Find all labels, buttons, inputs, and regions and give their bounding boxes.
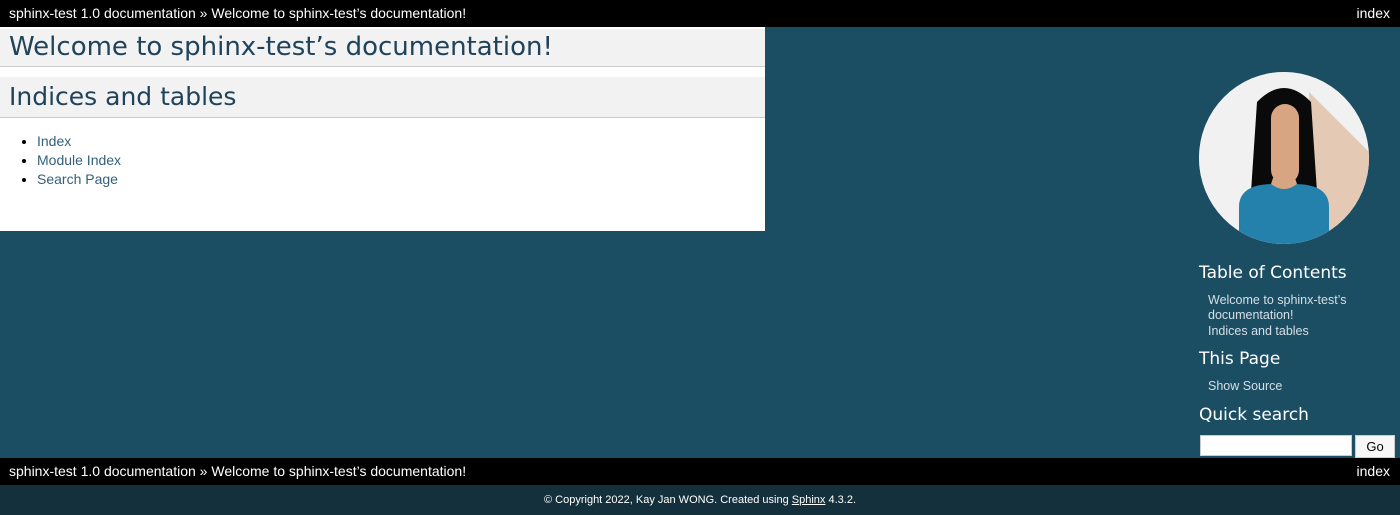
genindex-link[interactable]: Index: [37, 133, 71, 149]
breadcrumb-project-link[interactable]: sphinx-test 1.0 documentation: [9, 5, 196, 21]
this-page-heading: This Page: [1199, 349, 1281, 369]
index-link-list: Index Module Index Search Page: [0, 132, 121, 189]
breadcrumb-separator: »: [195, 5, 212, 21]
toc-heading: Table of Contents: [1199, 263, 1347, 283]
footer: © Copyright 2022, Kay Jan WONG. Created …: [0, 485, 1400, 515]
search-go-button[interactable]: Go: [1355, 435, 1395, 458]
breadcrumb-current-link[interactable]: Welcome to sphinx-test’s documentation!: [211, 5, 466, 21]
avatar-illustration: [1199, 72, 1369, 244]
quick-search-heading: Quick search: [1199, 405, 1309, 425]
breadcrumb-separator: »: [195, 463, 212, 479]
module-index-link[interactable]: Module Index: [37, 152, 121, 168]
toc-item-welcome[interactable]: Welcome to sphinx-test’s documentation!: [1208, 293, 1358, 323]
show-source-link[interactable]: Show Source: [1208, 379, 1358, 394]
list-item: Module Index: [37, 151, 121, 170]
search-input[interactable]: [1200, 435, 1352, 456]
list-item: Search Page: [37, 170, 121, 189]
author-avatar: [1199, 72, 1369, 244]
index-link[interactable]: index: [1357, 5, 1390, 21]
breadcrumb-current-link[interactable]: Welcome to sphinx-test’s documentation!: [211, 463, 466, 479]
page-title-text: Welcome to sphinx-test’s documentation!: [9, 32, 553, 62]
toc-item-indices[interactable]: Indices and tables: [1208, 324, 1358, 339]
breadcrumb: sphinx-test 1.0 documentation » Welcome …: [9, 5, 466, 21]
section-heading: Indices and tables: [0, 77, 765, 118]
index-link[interactable]: index: [1357, 463, 1390, 479]
search-page-link[interactable]: Search Page: [37, 171, 118, 187]
sphinx-link[interactable]: Sphinx: [792, 494, 826, 506]
breadcrumb-project-link[interactable]: sphinx-test 1.0 documentation: [9, 463, 196, 479]
top-navigation-bar: sphinx-test 1.0 documentation » Welcome …: [0, 0, 1400, 27]
list-item: Index: [37, 132, 121, 151]
breadcrumb: sphinx-test 1.0 documentation » Welcome …: [9, 463, 466, 479]
copyright-text: © Copyright 2022, Kay Jan WONG. Created …: [544, 494, 792, 506]
page-title: Welcome to sphinx-test’s documentation!: [0, 29, 765, 67]
bottom-navigation-bar: sphinx-test 1.0 documentation » Welcome …: [0, 458, 1400, 485]
section-heading-text: Indices and tables: [9, 82, 237, 111]
version-text: 4.3.2.: [825, 494, 856, 506]
document-body: Welcome to sphinx-test’s documentation! …: [0, 27, 765, 231]
